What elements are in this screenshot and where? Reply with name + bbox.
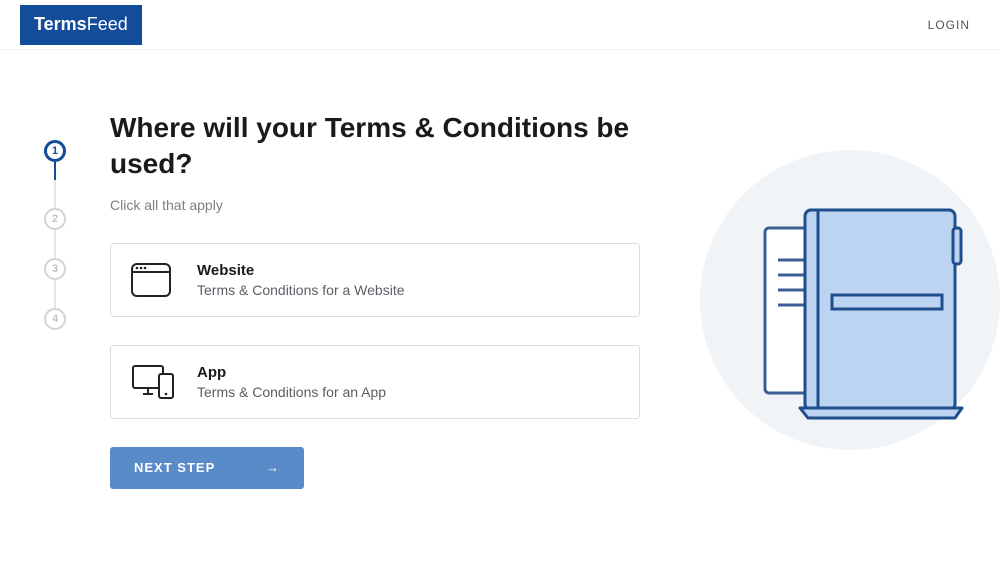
arrow-right-icon: →	[266, 460, 280, 475]
option-app[interactable]: App Terms & Conditions for an App	[110, 345, 640, 419]
step-line	[54, 230, 56, 258]
next-step-button[interactable]: NEXT STEP →	[110, 447, 304, 489]
browser-window-icon	[131, 263, 179, 297]
step-3[interactable]: 3	[44, 258, 66, 280]
step-1[interactable]: 1	[44, 140, 66, 162]
option-title: App	[197, 364, 386, 381]
page-title: Where will your Terms & Conditions be us…	[110, 110, 640, 183]
option-desc: Terms & Conditions for a Website	[197, 282, 405, 298]
step-line	[54, 180, 56, 208]
topbar: TermsFeed LOGIN	[0, 0, 1000, 50]
step-line	[54, 162, 56, 180]
logo[interactable]: TermsFeed	[20, 5, 142, 45]
option-desc: Terms & Conditions for an App	[197, 384, 386, 400]
option-text: Website Terms & Conditions for a Website	[197, 262, 405, 298]
content: 1 2 3 4 Where will your Terms & Conditio…	[0, 50, 1000, 489]
option-website[interactable]: Website Terms & Conditions for a Website	[110, 243, 640, 317]
login-link[interactable]: LOGIN	[928, 18, 970, 32]
stepper: 1 2 3 4	[30, 110, 80, 489]
page-subtitle: Click all that apply	[110, 197, 640, 213]
step-4[interactable]: 4	[44, 308, 66, 330]
document-illustration	[680, 150, 1000, 455]
logo-text-light: Feed	[87, 14, 128, 35]
devices-icon	[131, 364, 179, 400]
main-panel: Where will your Terms & Conditions be us…	[80, 110, 640, 489]
step-2[interactable]: 2	[44, 208, 66, 230]
step-line	[54, 280, 56, 308]
option-text: App Terms & Conditions for an App	[197, 364, 386, 400]
next-step-label: NEXT STEP	[134, 460, 215, 475]
logo-text-bold: Terms	[34, 14, 87, 35]
option-title: Website	[197, 262, 405, 279]
